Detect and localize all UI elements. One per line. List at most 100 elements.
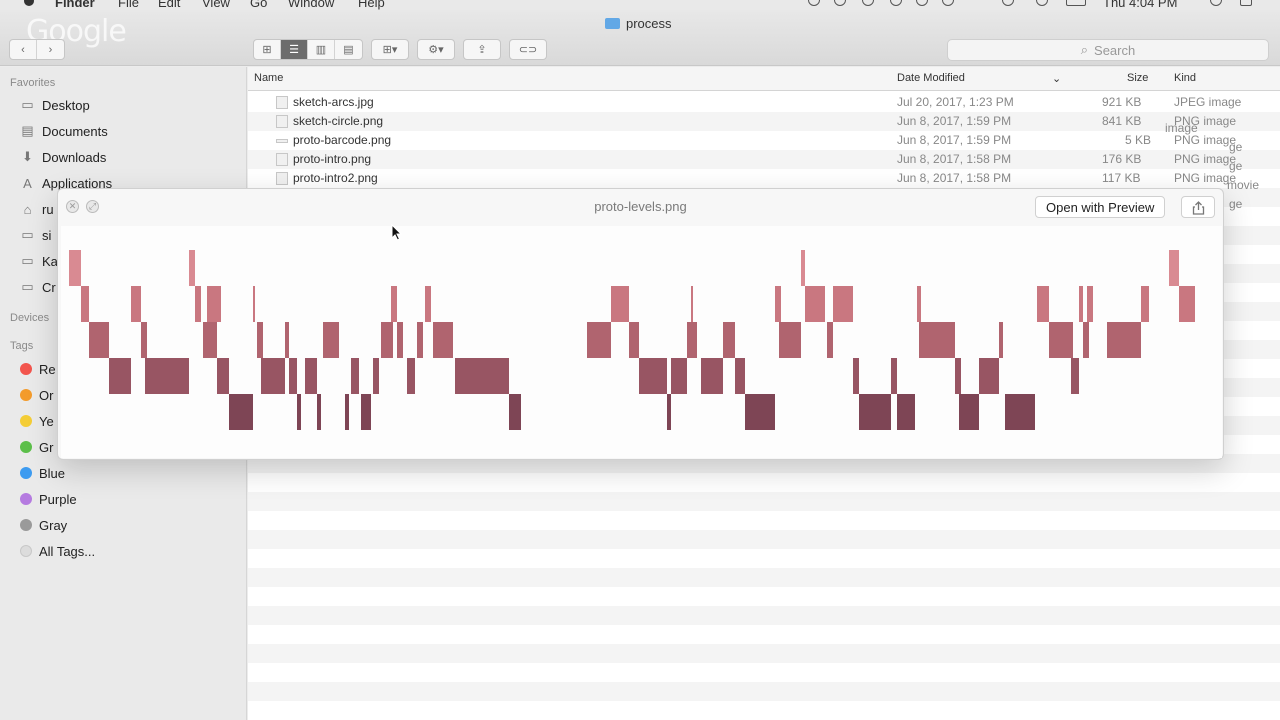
cover-flow-icon: ▤ xyxy=(343,44,354,56)
table-row[interactable]: proto-intro.png Jun 8, 2017, 1:58 PM 176… xyxy=(248,150,1280,169)
spotlight-icon[interactable] xyxy=(1210,0,1222,6)
menu-app-name[interactable]: Finder xyxy=(55,0,95,10)
preview-level-block xyxy=(433,322,453,358)
column-header-name[interactable]: Name xyxy=(254,72,283,84)
tags-button[interactable]: ⊂⊃ xyxy=(509,39,547,60)
preview-level-block xyxy=(687,322,697,358)
file-date: Jun 8, 2017, 1:58 PM xyxy=(897,152,1012,166)
sidebar-tag-orange[interactable]: Or xyxy=(20,385,53,405)
search-field[interactable]: ⌕ Search xyxy=(947,39,1269,61)
menu-go[interactable]: Go xyxy=(250,0,267,10)
preview-level-block xyxy=(89,322,109,358)
menu-bar: Finder File Edit View Go Window Help Thu… xyxy=(0,0,1280,10)
sidebar-item-downloads[interactable]: ⬇ Downloads xyxy=(20,147,106,167)
search-placeholder: Search xyxy=(1094,42,1136,58)
downloads-icon: ⬇ xyxy=(22,149,33,164)
preview-level-block xyxy=(629,322,639,358)
tag-color-dot xyxy=(20,545,32,557)
menu-help[interactable]: Help xyxy=(358,0,385,10)
cover-flow-button[interactable]: ▤ xyxy=(335,40,362,59)
preview-level-block xyxy=(701,358,723,394)
icon-view-button[interactable]: ⊞ xyxy=(254,40,281,59)
sidebar-item-label: ru xyxy=(42,201,54,217)
tag-label: Gr xyxy=(39,439,54,455)
status-icon[interactable] xyxy=(808,0,820,6)
tag-color-dot xyxy=(20,493,32,505)
sidebar-item-label: Desktop xyxy=(42,97,90,113)
file-date: Jun 8, 2017, 1:59 PM xyxy=(897,114,1012,128)
back-button[interactable]: ‹ xyxy=(10,40,37,59)
back-forward-control: ‹ › xyxy=(9,39,65,60)
status-icon[interactable] xyxy=(862,0,874,6)
menu-view[interactable]: View xyxy=(202,0,230,10)
sidebar-tag-blue[interactable]: Blue xyxy=(20,463,65,483)
table-row[interactable]: proto-intro2.png Jun 8, 2017, 1:58 PM 11… xyxy=(248,169,1280,188)
chevron-left-icon: ‹ xyxy=(21,43,25,56)
preview-level-block xyxy=(317,394,321,430)
preview-level-block xyxy=(639,358,667,394)
notification-center-icon[interactable] xyxy=(1240,0,1252,6)
column-header-date-modified[interactable]: Date Modified xyxy=(897,72,965,84)
tag-label: Purple xyxy=(39,491,77,507)
volume-icon[interactable] xyxy=(1036,0,1048,6)
quick-look-share-button[interactable] xyxy=(1181,196,1215,218)
preview-level-block xyxy=(203,322,217,358)
status-icon[interactable] xyxy=(942,0,954,6)
file-date: Jul 20, 2017, 1:23 PM xyxy=(897,95,1014,109)
sidebar-item-home[interactable]: ⌂ ru xyxy=(20,199,54,219)
preview-level-block xyxy=(833,286,853,322)
folder-icon: ▭ xyxy=(21,253,34,268)
action-button[interactable]: ⚙▾ xyxy=(417,39,455,60)
tag-label: Or xyxy=(39,387,54,403)
column-header-kind[interactable]: Kind xyxy=(1174,72,1196,84)
status-icon[interactable] xyxy=(834,0,846,6)
column-header-size[interactable]: Size xyxy=(1127,72,1148,84)
sidebar-item-label: Cr xyxy=(42,279,56,295)
arrange-button[interactable]: ⊞▾ xyxy=(371,39,409,60)
forward-button[interactable]: › xyxy=(37,40,64,59)
folder-icon: ▭ xyxy=(21,279,34,294)
sidebar-item-desktop[interactable]: ▭ Desktop xyxy=(20,95,90,115)
sidebar-item-folder[interactable]: ▭ si xyxy=(20,225,51,245)
table-row[interactable]: sketch-circle.png Jun 8, 2017, 1:59 PM 8… xyxy=(248,112,1280,131)
wifi-icon[interactable] xyxy=(1002,0,1014,6)
sidebar-item-folder[interactable]: ▭ Ka xyxy=(20,251,58,271)
preview-level-block xyxy=(917,286,921,322)
sidebar-item-label: si xyxy=(42,227,52,243)
preview-level-block xyxy=(345,394,349,430)
sidebar-item-folder[interactable]: ▭ Cr xyxy=(20,277,56,297)
battery-icon[interactable] xyxy=(1066,0,1086,6)
sidebar-tag-green[interactable]: Gr xyxy=(20,437,53,457)
menu-window[interactable]: Window xyxy=(288,0,334,10)
view-mode-control: ⊞ ☰ ▥ ▤ xyxy=(253,39,363,60)
sidebar-all-tags[interactable]: All Tags... xyxy=(20,541,95,561)
file-icon xyxy=(276,139,288,143)
menu-file[interactable]: File xyxy=(118,0,139,10)
chevron-down-icon[interactable]: ⌄ xyxy=(1052,72,1061,85)
preview-level-block xyxy=(425,286,431,322)
sidebar-tag-purple[interactable]: Purple xyxy=(20,489,77,509)
status-icon[interactable] xyxy=(890,0,902,6)
preview-level-block xyxy=(361,394,371,430)
status-icon[interactable] xyxy=(916,0,928,6)
apple-menu-icon[interactable] xyxy=(24,0,34,6)
tag-color-dot xyxy=(20,467,32,479)
preview-level-block xyxy=(1079,286,1083,322)
file-kind: PNG image xyxy=(1174,133,1237,147)
table-row[interactable]: proto-barcode.png Jun 8, 2017, 1:59 PM 5… xyxy=(248,131,1280,150)
preview-level-block xyxy=(253,286,255,322)
file-name: proto-barcode.png xyxy=(293,133,392,147)
share-button[interactable]: ⇪ xyxy=(463,39,501,60)
file-kind: JPEG image xyxy=(1174,95,1242,109)
sidebar-tag-yellow[interactable]: Ye xyxy=(20,411,54,431)
table-row[interactable]: sketch-arcs.jpg Jul 20, 2017, 1:23 PM 92… xyxy=(248,93,1280,112)
list-view-button[interactable]: ☰ xyxy=(281,40,308,59)
sidebar-tag-gray[interactable]: Gray xyxy=(20,515,67,535)
column-view-button[interactable]: ▥ xyxy=(308,40,335,59)
menu-edit[interactable]: Edit xyxy=(158,0,180,10)
sidebar-item-documents[interactable]: ▤ Documents xyxy=(20,121,107,141)
open-with-preview-button[interactable]: Open with Preview xyxy=(1035,196,1166,218)
file-date: Jun 8, 2017, 1:58 PM xyxy=(897,171,1012,185)
sidebar-tag-red[interactable]: Re xyxy=(20,359,56,379)
tag-label: All Tags... xyxy=(39,543,96,559)
